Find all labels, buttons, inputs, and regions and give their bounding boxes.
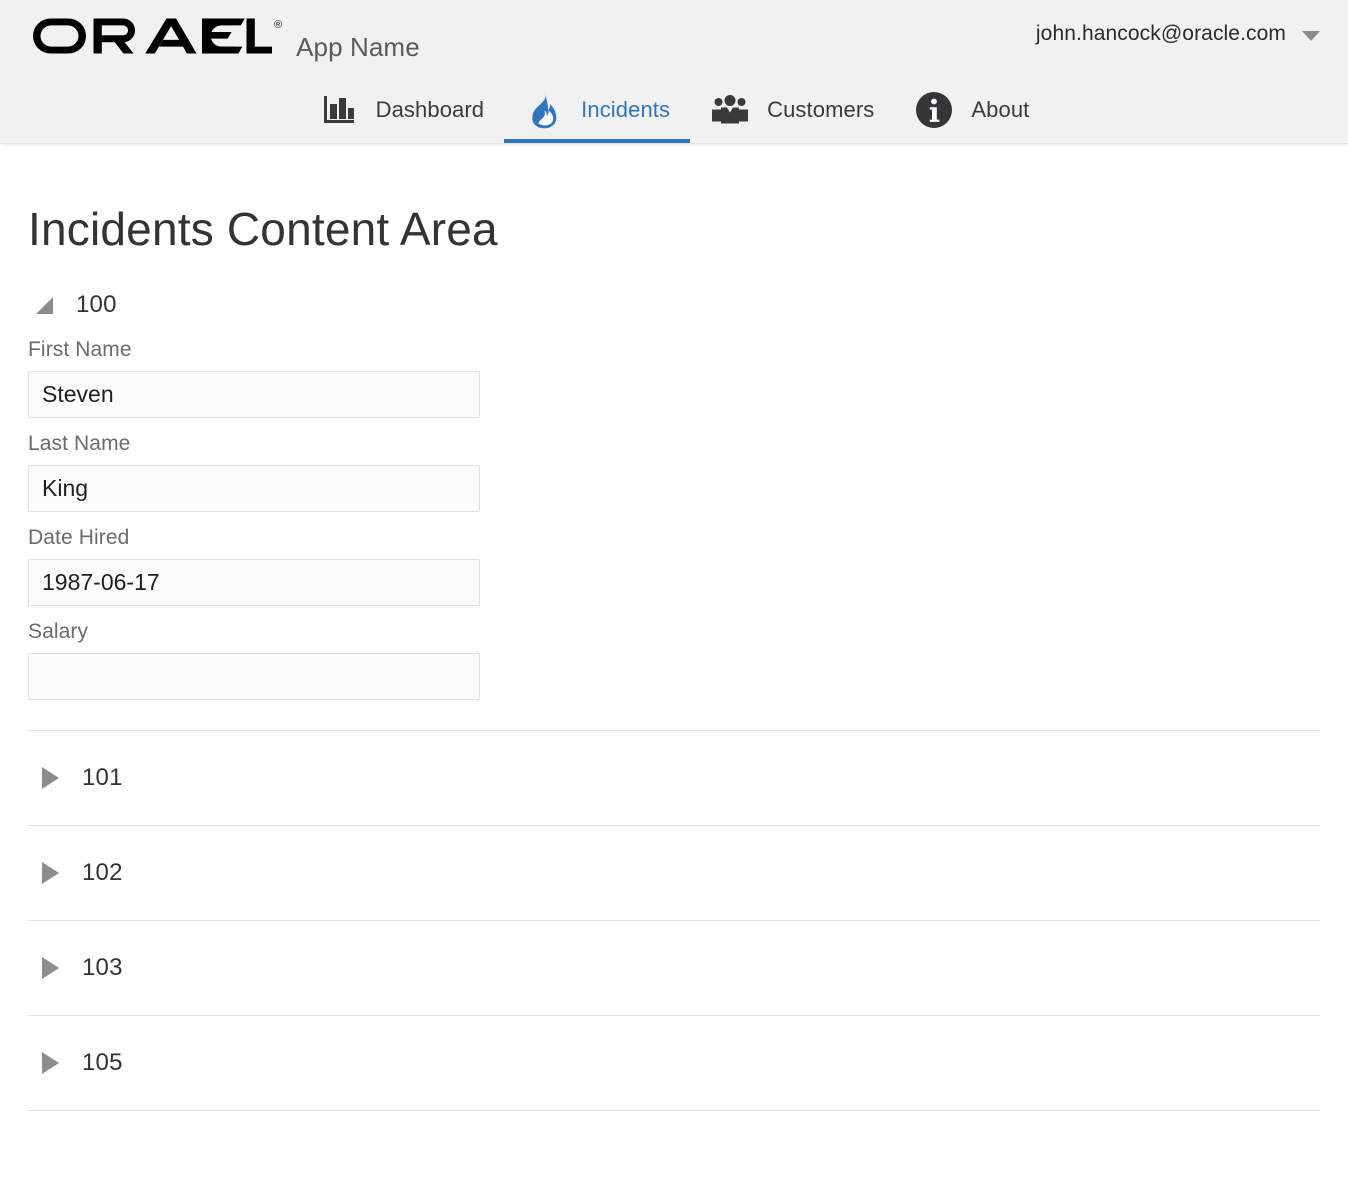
- app-header: ® App Name john.hancock@oracle.com Dashb…: [0, 0, 1348, 144]
- field-salary-label: Salary: [28, 620, 89, 643]
- field-salary: Salary: [28, 620, 1320, 700]
- accordion-header-101[interactable]: 101: [28, 731, 1320, 825]
- accordion-item-expanded: 100 First Name Last Name Date Hired Sala…: [28, 282, 1320, 731]
- accordion-header-103[interactable]: 103: [28, 921, 1320, 1015]
- triangle-collapsed-icon: [42, 957, 59, 979]
- user-menu-button[interactable]: john.hancock@oracle.com: [1036, 22, 1320, 46]
- accordion-title-101: 101: [82, 764, 123, 791]
- accordion-title-102: 102: [82, 859, 123, 886]
- accordion-header-105[interactable]: 105: [28, 1016, 1320, 1110]
- main-navigation: Dashboard Incidents Customers About: [0, 81, 1348, 143]
- field-last-name-label: Last Name: [28, 432, 131, 455]
- accordion-item-collapsed: 102: [28, 826, 1320, 921]
- header-top-bar: ® App Name john.hancock@oracle.com: [0, 0, 1348, 82]
- accordion-header-100[interactable]: 100: [28, 282, 1320, 328]
- tab-incidents-label: Incidents: [581, 97, 671, 122]
- field-first-name-label: First Name: [28, 338, 132, 361]
- user-email-label: john.hancock@oracle.com: [1035, 22, 1286, 45]
- brand: ® App Name: [30, 16, 420, 63]
- content-area: Incidents Content Area 100 First Name La…: [0, 144, 1348, 1111]
- field-date-hired-label: Date Hired: [28, 526, 130, 549]
- field-first-name: First Name: [28, 338, 1320, 418]
- tab-about-label: About: [971, 97, 1030, 122]
- triangle-collapsed-icon: [42, 862, 59, 884]
- triangle-collapsed-icon: [42, 1052, 59, 1074]
- app-name: App Name: [296, 32, 420, 62]
- tab-customers[interactable]: Customers: [690, 81, 894, 143]
- people-group-icon: [710, 90, 750, 130]
- salary-input[interactable]: [28, 653, 480, 700]
- accordion-item-collapsed: 103: [28, 921, 1320, 1016]
- last-name-input[interactable]: [28, 465, 480, 512]
- tab-about[interactable]: About: [894, 81, 1049, 143]
- accordion-header-102[interactable]: 102: [28, 826, 1320, 920]
- incidents-accordion: 100 First Name Last Name Date Hired Sala…: [28, 282, 1320, 1111]
- registered-mark: ®: [274, 19, 283, 31]
- bar-chart-icon: [319, 90, 359, 130]
- info-circle-icon: [914, 90, 954, 130]
- date-hired-input[interactable]: [28, 559, 480, 606]
- accordion-title-100: 100: [76, 291, 117, 318]
- first-name-input[interactable]: [28, 371, 480, 418]
- field-last-name: Last Name: [28, 432, 1320, 512]
- page-title: Incidents Content Area: [28, 203, 498, 255]
- tab-incidents[interactable]: Incidents: [504, 81, 691, 143]
- oracle-logo: [33, 18, 272, 54]
- tab-customers-label: Customers: [767, 97, 875, 122]
- accordion-title-105: 105: [82, 1049, 123, 1076]
- field-date-hired: Date Hired: [28, 526, 1320, 606]
- accordion-title-103: 103: [82, 954, 123, 981]
- tab-dashboard[interactable]: Dashboard: [299, 81, 505, 143]
- accordion-item-collapsed: 101: [28, 731, 1320, 826]
- tab-dashboard-label: Dashboard: [375, 97, 485, 122]
- accordion-item-collapsed: 105: [28, 1016, 1320, 1111]
- flame-icon: [524, 90, 564, 130]
- triangle-expanded-icon: [36, 296, 53, 314]
- chevron-down-icon: [1302, 31, 1320, 41]
- accordion-body-100: First Name Last Name Date Hired Salary: [28, 338, 1320, 730]
- triangle-collapsed-icon: [42, 767, 59, 789]
